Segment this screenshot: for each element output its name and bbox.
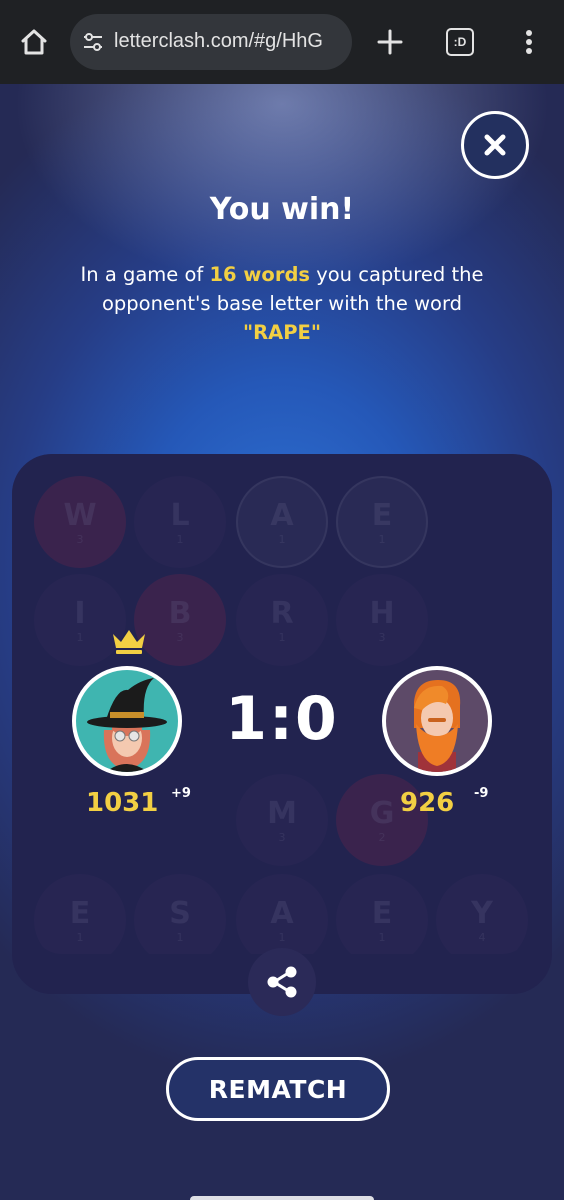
match-score: 1:0 — [225, 684, 339, 754]
tabs-label: :D — [453, 35, 467, 49]
rating-delta-right: -9 — [474, 786, 489, 801]
share-icon — [267, 966, 297, 998]
close-button[interactable] — [461, 111, 529, 179]
player-rating-left: 1031 — [86, 788, 159, 818]
player-avatar-right — [382, 666, 492, 776]
close-icon — [484, 134, 506, 156]
player-rating-right: 926 — [400, 788, 455, 818]
player-avatar-left — [72, 666, 182, 776]
result-message: In a game of 16 words you captured the o… — [80, 260, 484, 347]
game-screen: You win! In a game of 16 words you captu… — [0, 84, 564, 1200]
share-button[interactable] — [248, 948, 316, 1016]
rating-delta-left: +9 — [171, 786, 191, 801]
result-title: You win! — [209, 192, 355, 227]
plus-icon[interactable] — [370, 22, 410, 62]
winning-word: "RAPE" — [242, 321, 322, 344]
home-icon[interactable] — [14, 22, 54, 62]
crown-icon — [110, 626, 148, 656]
msg-prefix: In a game of — [80, 263, 210, 286]
tabs-icon[interactable]: :D — [446, 28, 474, 56]
tune-icon[interactable] — [82, 31, 104, 53]
rematch-button[interactable]: REMATCH — [166, 1057, 390, 1121]
words-count: 16 words — [209, 263, 311, 286]
more-vert-icon[interactable] — [514, 22, 544, 62]
bottom-sheet-handle — [190, 1196, 374, 1200]
url-text: letterclash.com/#g/HhG — [114, 30, 323, 52]
address-bar[interactable]: letterclash.com/#g/HhG — [70, 14, 352, 70]
browser-toolbar: letterclash.com/#g/HhG :D — [0, 0, 564, 84]
